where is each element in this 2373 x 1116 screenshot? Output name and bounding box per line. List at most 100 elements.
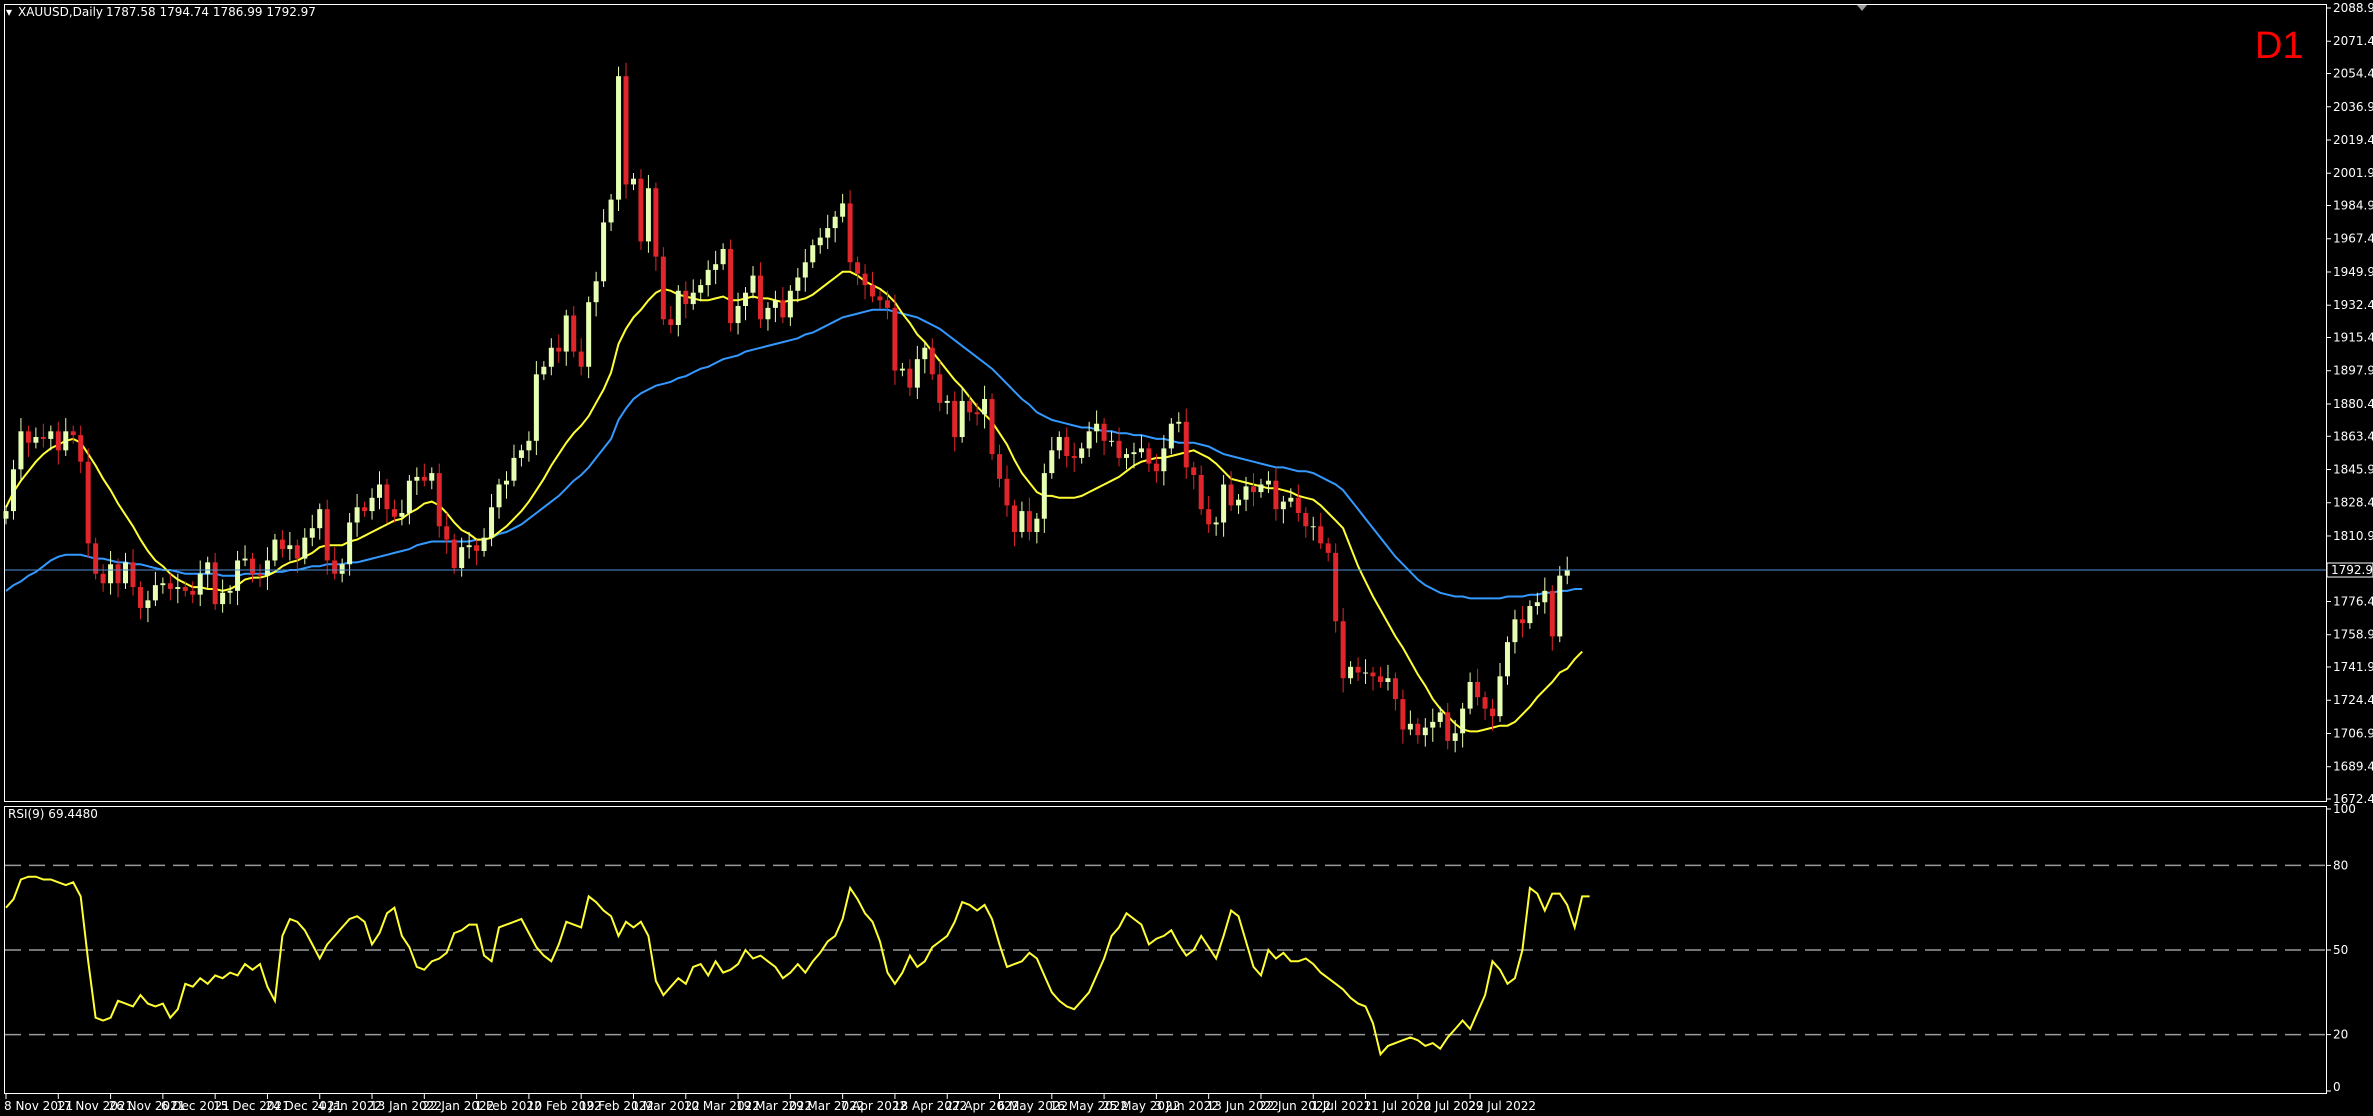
price-tick-label: 1845.90 [2333,462,2373,476]
candle-body [1228,484,1234,506]
candle-body [1146,448,1152,464]
candle-body [272,539,278,561]
candle-body [743,292,749,306]
candle-body [1026,511,1032,532]
candle-body [1490,708,1496,717]
candle[interactable] [451,533,457,574]
candle-body [1138,448,1144,453]
candle-body [563,315,569,352]
candle[interactable] [660,247,666,325]
candle-body [645,188,651,242]
price-tick-label: 1897.90 [2333,364,2373,378]
candle-body [1392,678,1398,700]
candle-body [123,562,129,584]
candle-body [855,262,861,274]
candle-body [690,292,696,305]
candle-body [451,539,457,569]
candle-body [70,431,76,436]
chart-background [0,0,2373,1116]
candle-body [429,473,435,481]
candle-body [877,296,883,301]
candle[interactable] [616,66,622,212]
candle-body [220,592,226,605]
candle-body [982,399,988,415]
candle-body [481,537,487,551]
collapse-arrow-icon[interactable]: ▾ [6,5,12,19]
price-tick-label: 1689.40 [2333,760,2373,774]
candle-body [459,547,465,569]
candle-body [653,188,659,257]
candle-body [720,249,726,265]
candle-body [1445,712,1451,741]
candle[interactable] [728,239,734,332]
candle-body [1213,522,1219,525]
candle-body [518,450,524,458]
candle-body [526,440,532,451]
candle-body [399,512,405,517]
candle-body [847,203,853,263]
candle[interactable] [85,448,91,558]
candle[interactable] [638,169,644,250]
candle-body [1168,423,1174,449]
candle-body [1310,526,1316,528]
candle-body [728,249,734,324]
candle-body [1497,676,1503,717]
price-tick-label: 2071.40 [2333,34,2373,48]
candle[interactable] [623,62,629,199]
candle-body [1243,486,1249,500]
candle-body [279,539,285,550]
current-price-label: 1792.97 [2331,563,2373,577]
candle-body [1250,486,1256,493]
price-chart[interactable]: 2088.90 2071.40 2054.40 2036.90 2019.40 2001.… [0,0,2373,1116]
candle-body [533,374,539,441]
price-tick-label: 1967.40 [2333,232,2373,246]
candle-body [870,285,876,297]
candle-body [698,285,704,293]
candle[interactable] [989,393,995,460]
candle-body [862,273,868,286]
candle-body [3,511,9,519]
price-tick-label: 2001.90 [2333,166,2373,180]
candle-body [1034,518,1040,532]
candle-body [1101,423,1107,441]
candle-body [369,497,375,512]
candle-body [1377,676,1383,683]
candle-body [1340,621,1346,679]
candle-body [18,431,24,470]
candle-body [892,307,898,371]
candle-body [548,347,554,367]
candle[interactable] [1557,566,1563,643]
current-price-tag: 1792.97 [2326,562,2373,578]
candle-body [93,543,99,574]
candle-body [787,290,793,318]
candle[interactable] [1333,543,1339,633]
candle-body [287,545,293,550]
candle-body [1153,463,1159,472]
candle[interactable] [93,537,99,580]
candle-body [601,222,607,282]
candle-body [10,469,16,512]
candle-body [1527,606,1533,624]
candle-body [578,351,584,367]
candle-body [489,507,495,538]
candle-body [586,302,592,367]
price-tick-label: 1828.40 [2333,496,2373,510]
candle-body [1504,642,1510,677]
candle-body [309,528,315,538]
candle-body [1198,475,1204,510]
candle-body [1482,697,1488,709]
candle-body [675,290,681,325]
candle-body [541,366,547,375]
candle-body [1564,569,1570,576]
candle-body [1116,440,1122,458]
price-tick-label: 2088.90 [2333,1,2373,15]
candle-body [242,558,248,561]
candle-body [840,203,846,217]
price-tick-label: 1758.90 [2333,628,2373,642]
candle-body [907,368,913,388]
candle-body [593,281,599,303]
candle-body [377,484,382,498]
candle-body [608,199,614,223]
candle-body [899,368,905,371]
candle[interactable] [586,296,592,379]
